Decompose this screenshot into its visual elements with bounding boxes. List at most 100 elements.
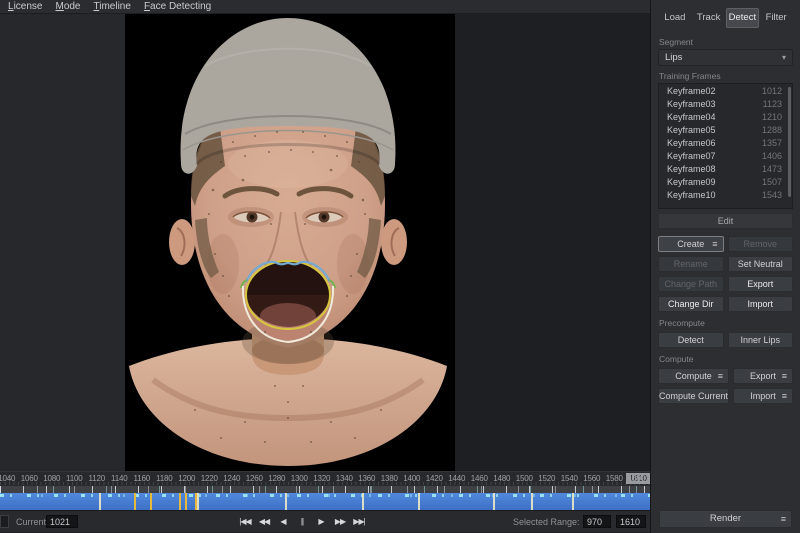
timeline-keyframe-marker[interactable] xyxy=(362,493,364,510)
ruler-frame-label: 1280 xyxy=(268,474,285,483)
play-forward-button[interactable]: ▶ xyxy=(315,514,327,529)
keyframe-row[interactable]: Keyframe071406 xyxy=(659,149,792,162)
ruler-frame-label: 1480 xyxy=(493,474,510,483)
viewport-3d[interactable] xyxy=(125,14,455,471)
ruler-frame-label: 1500 xyxy=(516,474,533,483)
timeline-keyframe-marker[interactable] xyxy=(572,493,574,510)
keyframe-name: Keyframe06 xyxy=(667,138,716,148)
fast-rewind-button[interactable]: ◀◀ xyxy=(258,514,270,529)
keyframe-frame-number: 1543 xyxy=(762,190,782,200)
button-label: Import xyxy=(750,391,776,401)
pause-button[interactable]: || xyxy=(296,514,308,529)
ruler-frame-label: 1520 xyxy=(538,474,555,483)
segment-dropdown[interactable]: Lips ▾ xyxy=(658,49,793,66)
timeline-accent-marker[interactable] xyxy=(134,493,136,510)
timeline-range-bar[interactable] xyxy=(0,493,650,510)
keyframe-list[interactable]: Keyframe021012Keyframe031123Keyframe0412… xyxy=(658,83,793,209)
timeline-keyframe-marker[interactable] xyxy=(99,493,101,510)
range-end-input[interactable] xyxy=(616,515,646,528)
current-frame-input[interactable] xyxy=(46,515,78,528)
menu-lines-icon: ≡ xyxy=(718,369,723,383)
tab-track[interactable]: Track xyxy=(692,8,726,28)
edit-button-label: Edit xyxy=(718,216,734,226)
set-neutral-button[interactable]: Set Neutral xyxy=(728,256,794,272)
timeline-accent-marker[interactable] xyxy=(195,493,197,510)
button-label: Set Neutral xyxy=(738,259,783,269)
render-button[interactable]: Render ≡ xyxy=(659,510,792,528)
keyframe-row[interactable]: Keyframe05 1288 xyxy=(659,123,792,136)
panel-tabs: LoadTrackDetectFilter xyxy=(658,8,793,28)
transport-bar: Current: |◀◀◀◀◀||▶▶▶▶▶| Selected Range: xyxy=(0,510,650,532)
skip-to-end-button[interactable]: ▶▶| xyxy=(353,514,365,529)
timeline-keyframe-marker[interactable] xyxy=(197,493,199,510)
compute-panel-compute-button[interactable]: Compute ≡ xyxy=(658,368,729,384)
fast-forward-button[interactable]: ▶▶ xyxy=(334,514,346,529)
compute-panel-import-button[interactable]: Import ≡ xyxy=(733,388,793,404)
timeline-accent-marker[interactable] xyxy=(179,493,181,510)
menu-lines-icon: ≡ xyxy=(781,511,786,527)
button-label: Export xyxy=(747,279,773,289)
compute-panel-export-button[interactable]: Export≡ xyxy=(733,368,793,384)
keyframe-frame-number: 1473 xyxy=(762,164,782,174)
keyframe-frame-number: 1012 xyxy=(762,86,782,96)
ruler-frame-label: 1540 xyxy=(561,474,578,483)
ruler-frame-label: 1220 xyxy=(201,474,218,483)
ruler-frame-label: 1300 xyxy=(291,474,308,483)
keyframe-name: Keyframe05 xyxy=(667,125,716,135)
menu-item-timeline[interactable]: Timeline xyxy=(94,1,131,12)
create-button[interactable]: Create≡ xyxy=(658,236,724,252)
menu-item-license[interactable]: License xyxy=(8,1,42,12)
compute-panel-compute-current-button[interactable]: Compute Current xyxy=(658,388,729,404)
keyframe-row[interactable]: Keyframe091507 xyxy=(659,175,792,188)
menu-item-mode[interactable]: Mode xyxy=(55,1,80,12)
button-label: Compute xyxy=(675,371,712,381)
skip-to-start-button[interactable]: |◀◀ xyxy=(239,514,251,529)
precompute-detect-button[interactable]: Detect xyxy=(658,332,724,348)
menu-item-face-detecting[interactable]: Face Detecting xyxy=(144,1,211,12)
keyframe-name: Keyframe02 xyxy=(667,86,716,96)
ruler-frame-label: 1600 xyxy=(628,474,645,483)
timeline-keyframe-marker[interactable] xyxy=(418,493,420,510)
keyframe-row[interactable]: Keyframe081473 xyxy=(659,162,792,175)
button-label: Change Dir xyxy=(668,299,714,309)
menu-lines-icon: ≡ xyxy=(782,389,787,403)
chevron-down-icon: ▾ xyxy=(782,53,786,62)
export-button[interactable]: Export xyxy=(728,276,794,292)
menu-lines-icon: ≡ xyxy=(782,369,787,383)
tab-detect[interactable]: Detect xyxy=(726,8,760,28)
keyframe-row[interactable]: Keyframe101543 xyxy=(659,188,792,201)
tab-filter[interactable]: Filter xyxy=(759,8,793,28)
compute-actions: Compute≡Export≡Compute CurrentImport≡ xyxy=(658,368,793,404)
keyframe-row[interactable]: Keyframe061357 xyxy=(659,136,792,149)
timeline-accent-marker[interactable] xyxy=(150,493,152,510)
ruler-frame-label: 1340 xyxy=(336,474,353,483)
workspace xyxy=(0,14,650,471)
edge-input-stub[interactable] xyxy=(0,515,9,528)
timeline-accent-marker[interactable] xyxy=(185,493,187,510)
import-button[interactable]: Import xyxy=(728,296,794,312)
precompute-inner-lips-button[interactable]: Inner Lips xyxy=(728,332,794,348)
keyframe-actions: Create≡RemoveRenameSet NeutralChange Pat… xyxy=(658,236,793,312)
edit-button[interactable]: Edit xyxy=(658,213,793,229)
ruler-frame-label: 1320 xyxy=(313,474,330,483)
keyframe-row[interactable]: Keyframe031123 xyxy=(659,97,792,110)
playback-controls: |◀◀◀◀◀||▶▶▶▶▶| xyxy=(239,514,365,529)
ruler-frame-label: 1060 xyxy=(21,474,38,483)
keyframe-name: Keyframe04 xyxy=(667,112,716,122)
timeline-overview-strip[interactable] xyxy=(0,485,650,493)
keyframe-row[interactable]: Keyframe02 1012 xyxy=(659,84,792,97)
ruler-frame-label: 1240 xyxy=(223,474,240,483)
keyframe-row[interactable]: Keyframe041210 xyxy=(659,110,792,123)
scrollbar-thumb[interactable] xyxy=(788,87,791,197)
main-area: 1610 10401060108011001120114011601180120… xyxy=(0,14,800,532)
timeline-keyframe-marker[interactable] xyxy=(285,493,287,510)
play-backward-button[interactable]: ◀ xyxy=(277,514,289,529)
timeline-ruler[interactable]: 1610 10401060108011001120114011601180120… xyxy=(0,471,650,485)
tab-load[interactable]: Load xyxy=(658,8,692,28)
rename-button: Rename xyxy=(658,256,724,272)
range-start-input[interactable] xyxy=(583,515,611,528)
timeline-keyframe-marker[interactable] xyxy=(531,493,533,510)
timeline-keyframe-marker[interactable] xyxy=(493,493,495,510)
keyframe-frame-number: 1288 xyxy=(762,125,782,135)
change-dir-button[interactable]: Change Dir xyxy=(658,296,724,312)
